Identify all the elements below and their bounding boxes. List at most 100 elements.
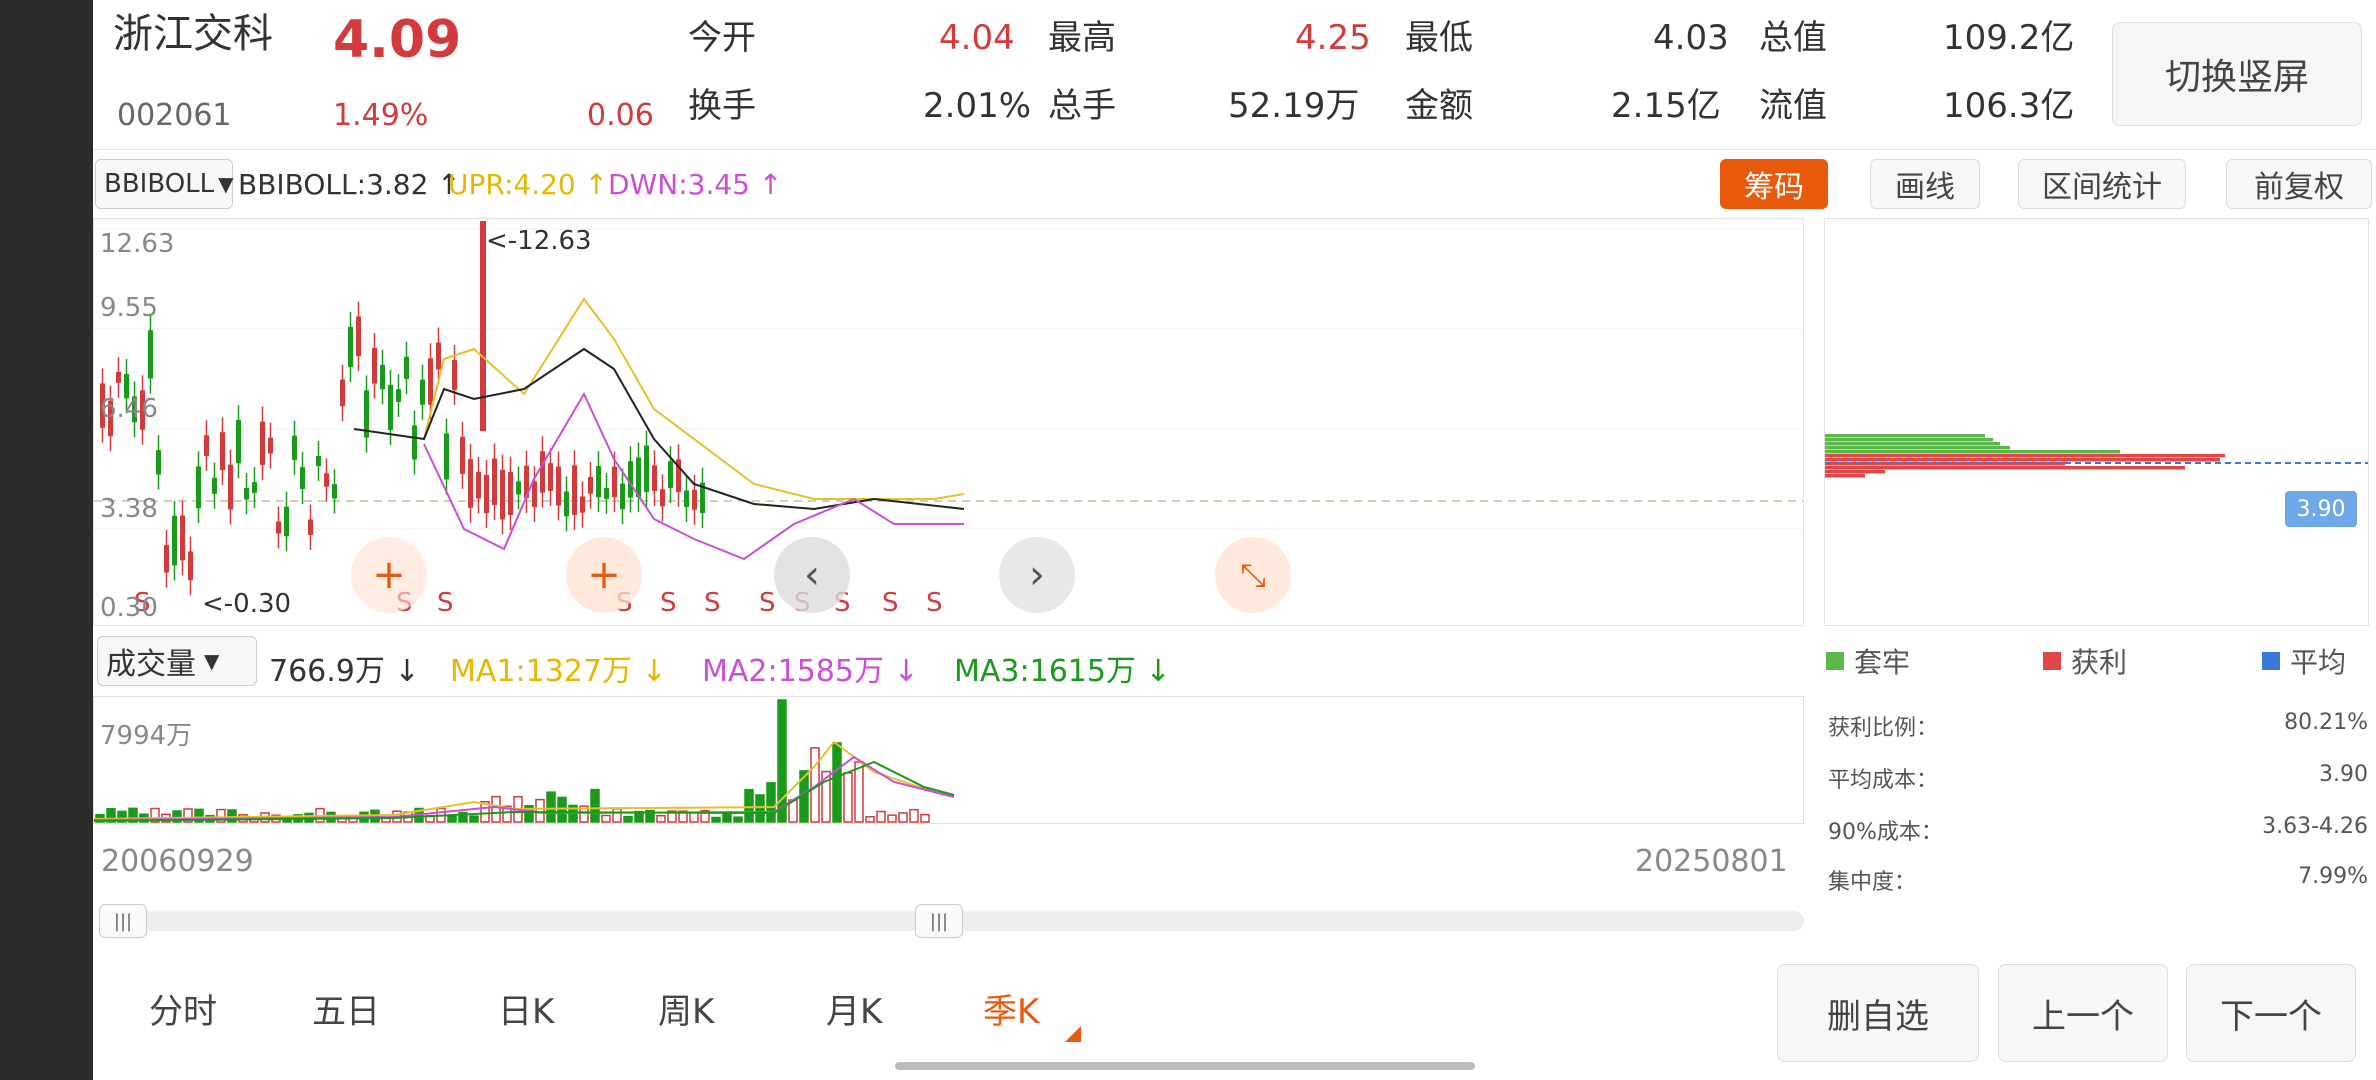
candle-body [428,358,433,405]
chip-bar [1825,466,2185,470]
chip-bar [1825,438,1993,442]
adjust-button[interactable]: 前复权 [2226,159,2372,209]
candle-body [300,467,305,489]
volume-current: 766.9万 ↓ [269,654,420,689]
tab-five-day[interactable]: 五日 [312,984,380,1033]
chip-bar [1825,434,1985,438]
candle-body [620,483,625,510]
sell-marker: S [437,588,454,618]
legend-profit: 获利 [2043,641,2127,681]
next-stock-button[interactable]: 下一个 [2186,964,2356,1062]
candle-body [308,519,313,536]
indicator-bar: BBIBOLL ▼ BBIBOLL:3.82 ↑ UPR:4.20 ↑ DWN:… [93,150,2376,218]
candle-body [652,465,657,492]
legend-profit-label: 获利 [2071,646,2128,679]
compress-icon: ⤡ [1240,555,1266,594]
draw-line-button[interactable]: 画线 [1870,159,1980,209]
chip-bar [1825,454,2225,458]
legend-swatch [2262,652,2280,670]
candle-body [380,364,385,390]
candle-body [332,484,337,499]
candle-body [516,481,521,495]
candle-body [564,491,569,517]
chip-price-tag: 3.90 [2285,491,2357,527]
sell-marker: S [660,588,677,618]
candle-body [388,384,393,431]
candle-body [324,473,329,487]
candle-body [460,436,465,474]
range-stats-button[interactable]: 区间统计 [2018,159,2186,209]
plus-icon: + [587,552,621,598]
crosshair-button[interactable]: + [351,537,427,613]
indicator-select-label: BBIBOLL [104,169,215,199]
candle-body [372,347,377,384]
candle-body [508,471,513,516]
volume-indicator-select[interactable]: 成交量 ▼ [97,636,257,686]
tab-quarterly-k[interactable]: 季K [983,984,1039,1033]
zoom-in-button[interactable]: + [566,537,642,613]
tab-intraday[interactable]: 分时 [149,984,217,1033]
chip-bar [1825,458,2220,462]
volume-bar [766,782,776,823]
volume-bar [898,812,908,823]
sell-marker: S [882,588,899,618]
home-indicator [895,1062,1475,1070]
volume-bar [447,815,457,823]
stat-label: 集中度： [1828,870,1917,895]
volume-bar [601,814,611,823]
volume-bar [722,813,732,823]
prev-period-button[interactable]: ‹ [774,537,850,613]
volume-bar [920,813,930,823]
legend-average-label: 平均 [2290,646,2347,679]
next-period-button[interactable]: › [999,537,1075,613]
volume-bar [865,815,875,823]
candle-body [196,466,201,509]
legend-trapped-label: 套牢 [1854,646,1911,679]
volume-ma1: MA1:1327万 ↓ [450,654,667,689]
candle-body [212,477,217,494]
volume-bar [491,795,501,823]
sell-marker: S [926,588,943,618]
amount-label: 金额 [1405,86,1473,126]
sell-marker: S [759,588,776,618]
legend-average: 平均 [2262,641,2346,681]
candle-body [484,475,489,514]
turnover-value: 2.01% [923,86,1032,126]
legend-trapped: 套牢 [1826,641,1910,681]
chip-bar [1825,474,1865,478]
change-value: 0.06 [587,98,654,133]
volume-bar [557,796,567,823]
candle-body [220,432,225,471]
remove-watchlist-button[interactable]: 删自选 [1777,964,1979,1062]
range-end-handle[interactable]: ||| [915,904,963,938]
chip-distribution-chart[interactable]: 3.90 [1824,218,2369,626]
candle-body [684,490,689,507]
tab-monthly-k[interactable]: 月K [826,984,882,1033]
switch-portrait-button[interactable]: 切换竖屏 [2112,22,2362,126]
volume-bar [590,788,600,823]
indicator-select[interactable]: BBIBOLL ▼ [95,159,234,209]
quote-header: 浙江交科 4.09 002061 1.49% 0.06 今开 4.04 最高 4… [93,0,2376,150]
mcap-label: 总值 [1759,18,1827,58]
stat-concentration: 集中度： 7.99% [1828,864,2368,896]
stat-value: 3.90 [2319,762,2368,787]
collapse-button[interactable]: ⤡ [1215,537,1291,613]
candle-body [236,419,241,464]
candle-body [692,489,697,510]
dropdown-arrow-icon: ▼ [218,172,234,196]
tab-weekly-k[interactable]: 周K [658,984,714,1033]
candle-body [572,465,577,515]
candle-body [588,477,593,494]
chips-button[interactable]: 筹码 [1720,159,1828,209]
kline-chart[interactable]: SSSSSSSSSSS 12.63 9.55 6.46 3.38 0.30 <-… [93,218,1804,626]
chip-canvas [1825,434,2368,478]
start-date: 20060929 [101,844,254,879]
change-pct: 1.49% [333,98,429,133]
volume-bar [843,772,853,823]
candle-body [172,515,177,566]
tab-daily-k[interactable]: 日K [498,984,554,1033]
volume-chart[interactable]: 7994万 [93,696,1804,824]
range-start-handle[interactable]: ||| [99,904,147,938]
grip-icon: ||| [929,910,949,932]
prev-stock-button[interactable]: 上一个 [1998,964,2168,1062]
